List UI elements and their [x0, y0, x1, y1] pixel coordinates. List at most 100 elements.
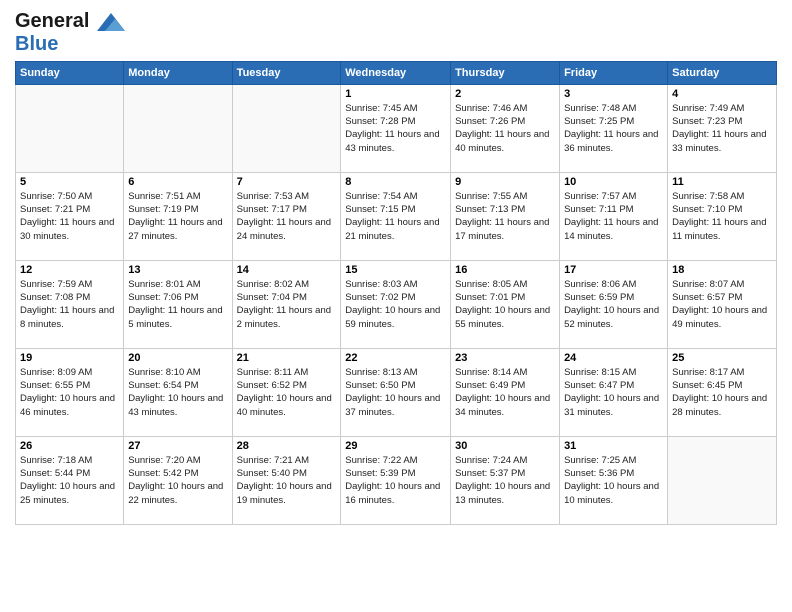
day-info: Sunrise: 7:21 AM Sunset: 5:40 PM Dayligh… — [237, 454, 337, 507]
day-info: Sunrise: 7:46 AM Sunset: 7:26 PM Dayligh… — [455, 102, 555, 155]
day-number: 6 — [128, 176, 227, 188]
day-info: Sunrise: 8:17 AM Sunset: 6:45 PM Dayligh… — [672, 366, 772, 419]
calendar-cell: 11 Sunrise: 7:58 AM Sunset: 7:10 PM Dayli… — [668, 172, 777, 260]
day-info: Sunrise: 7:18 AM Sunset: 5:44 PM Dayligh… — [20, 454, 119, 507]
calendar-cell: 13 Sunrise: 8:01 AM Sunset: 7:06 PM Dayli… — [124, 260, 232, 348]
calendar-cell: 10Sunrise: 7:57 AM Sunset: 7:11 PM Dayli… — [560, 172, 668, 260]
day-info: Sunrise: 7:24 AM Sunset: 5:37 PM Dayligh… — [455, 454, 555, 507]
day-number: 7 — [237, 176, 337, 188]
calendar-cell: 20 Sunrise: 8:10 AM Sunset: 6:54 PM Dayli… — [124, 348, 232, 436]
calendar-cell: 30 Sunrise: 7:24 AM Sunset: 5:37 PM Dayli… — [451, 436, 560, 524]
weekday-header-sunday: Sunday — [16, 61, 124, 84]
day-info: Sunrise: 8:14 AM Sunset: 6:49 PM Dayligh… — [455, 366, 555, 419]
day-info: Sunrise: 8:07 AM Sunset: 6:57 PM Dayligh… — [672, 278, 772, 331]
day-number: 5 — [20, 176, 119, 188]
day-number: 19 — [20, 352, 119, 364]
calendar-cell — [668, 436, 777, 524]
logo-general: General — [15, 10, 89, 32]
day-number: 15 — [345, 264, 446, 276]
calendar-week-row: 19 Sunrise: 8:09 AM Sunset: 6:55 PM Dayli… — [16, 348, 777, 436]
calendar-cell: 7Sunrise: 7:53 AM Sunset: 7:17 PM Daylig… — [232, 172, 341, 260]
day-number: 12 — [20, 264, 119, 276]
calendar-cell: 16 Sunrise: 8:05 AM Sunset: 7:01 PM Dayli… — [451, 260, 560, 348]
day-info: Sunrise: 8:13 AM Sunset: 6:50 PM Dayligh… — [345, 366, 446, 419]
calendar-cell: 31Sunrise: 7:25 AM Sunset: 5:36 PM Dayli… — [560, 436, 668, 524]
calendar-week-row: 1 Sunrise: 7:45 AM Sunset: 7:28 PM Daylig… — [16, 84, 777, 172]
calendar-week-row: 26Sunrise: 7:18 AM Sunset: 5:44 PM Dayli… — [16, 436, 777, 524]
calendar-cell: 19 Sunrise: 8:09 AM Sunset: 6:55 PM Dayli… — [16, 348, 124, 436]
weekday-header-wednesday: Wednesday — [341, 61, 451, 84]
day-info: Sunrise: 8:11 AM Sunset: 6:52 PM Dayligh… — [237, 366, 337, 419]
calendar-cell: 5 Sunrise: 7:50 AM Sunset: 7:21 PM Daylig… — [16, 172, 124, 260]
logo-icon — [97, 11, 125, 33]
calendar-cell: 6 Sunrise: 7:51 AM Sunset: 7:19 PM Daylig… — [124, 172, 232, 260]
calendar-cell: 22Sunrise: 8:13 AM Sunset: 6:50 PM Dayli… — [341, 348, 451, 436]
calendar-cell: 26Sunrise: 7:18 AM Sunset: 5:44 PM Dayli… — [16, 436, 124, 524]
calendar-cell: 23 Sunrise: 8:14 AM Sunset: 6:49 PM Dayli… — [451, 348, 560, 436]
day-info: Sunrise: 8:10 AM Sunset: 6:54 PM Dayligh… — [128, 366, 227, 419]
calendar-cell: 9 Sunrise: 7:55 AM Sunset: 7:13 PM Daylig… — [451, 172, 560, 260]
day-number: 8 — [345, 176, 446, 188]
calendar-week-row: 12 Sunrise: 7:59 AM Sunset: 7:08 PM Dayli… — [16, 260, 777, 348]
header: General Blue — [15, 10, 777, 55]
calendar-cell: 21Sunrise: 8:11 AM Sunset: 6:52 PM Dayli… — [232, 348, 341, 436]
day-info: Sunrise: 8:09 AM Sunset: 6:55 PM Dayligh… — [20, 366, 119, 419]
calendar-body: 1 Sunrise: 7:45 AM Sunset: 7:28 PM Daylig… — [16, 84, 777, 524]
weekday-row: SundayMondayTuesdayWednesdayThursdayFrid… — [16, 61, 777, 84]
calendar-cell: 1 Sunrise: 7:45 AM Sunset: 7:28 PM Daylig… — [341, 84, 451, 172]
day-info: Sunrise: 8:06 AM Sunset: 6:59 PM Dayligh… — [564, 278, 663, 331]
day-info: Sunrise: 7:51 AM Sunset: 7:19 PM Dayligh… — [128, 190, 227, 243]
calendar-cell: 18 Sunrise: 8:07 AM Sunset: 6:57 PM Dayli… — [668, 260, 777, 348]
weekday-header-monday: Monday — [124, 61, 232, 84]
day-info: Sunrise: 8:15 AM Sunset: 6:47 PM Dayligh… — [564, 366, 663, 419]
day-number: 20 — [128, 352, 227, 364]
calendar-cell: 14Sunrise: 8:02 AM Sunset: 7:04 PM Dayli… — [232, 260, 341, 348]
calendar-cell: 25Sunrise: 8:17 AM Sunset: 6:45 PM Dayli… — [668, 348, 777, 436]
calendar-cell — [16, 84, 124, 172]
day-info: Sunrise: 7:48 AM Sunset: 7:25 PM Dayligh… — [564, 102, 663, 155]
day-number: 24 — [564, 352, 663, 364]
calendar-cell: 24 Sunrise: 8:15 AM Sunset: 6:47 PM Dayli… — [560, 348, 668, 436]
day-info: Sunrise: 7:55 AM Sunset: 7:13 PM Dayligh… — [455, 190, 555, 243]
day-number: 27 — [128, 440, 227, 452]
day-info: Sunrise: 7:25 AM Sunset: 5:36 PM Dayligh… — [564, 454, 663, 507]
day-number: 9 — [455, 176, 555, 188]
calendar-cell: 27 Sunrise: 7:20 AM Sunset: 5:42 PM Dayli… — [124, 436, 232, 524]
day-info: Sunrise: 7:50 AM Sunset: 7:21 PM Dayligh… — [20, 190, 119, 243]
day-info: Sunrise: 8:02 AM Sunset: 7:04 PM Dayligh… — [237, 278, 337, 331]
calendar-cell — [124, 84, 232, 172]
day-number: 1 — [345, 88, 446, 100]
calendar-cell: 3Sunrise: 7:48 AM Sunset: 7:25 PM Daylig… — [560, 84, 668, 172]
day-info: Sunrise: 7:57 AM Sunset: 7:11 PM Dayligh… — [564, 190, 663, 243]
day-info: Sunrise: 7:58 AM Sunset: 7:10 PM Dayligh… — [672, 190, 772, 243]
day-info: Sunrise: 7:20 AM Sunset: 5:42 PM Dayligh… — [128, 454, 227, 507]
weekday-header-friday: Friday — [560, 61, 668, 84]
calendar-table: SundayMondayTuesdayWednesdayThursdayFrid… — [15, 61, 777, 525]
day-info: Sunrise: 7:54 AM Sunset: 7:15 PM Dayligh… — [345, 190, 446, 243]
calendar-cell: 28 Sunrise: 7:21 AM Sunset: 5:40 PM Dayli… — [232, 436, 341, 524]
calendar-cell: 12 Sunrise: 7:59 AM Sunset: 7:08 PM Dayli… — [16, 260, 124, 348]
logo: General Blue — [15, 10, 125, 55]
day-number: 11 — [672, 176, 772, 188]
day-number: 13 — [128, 264, 227, 276]
weekday-header-tuesday: Tuesday — [232, 61, 341, 84]
day-info: Sunrise: 7:49 AM Sunset: 7:23 PM Dayligh… — [672, 102, 772, 155]
calendar-cell: 8 Sunrise: 7:54 AM Sunset: 7:15 PM Daylig… — [341, 172, 451, 260]
day-number: 28 — [237, 440, 337, 452]
day-info: Sunrise: 7:59 AM Sunset: 7:08 PM Dayligh… — [20, 278, 119, 331]
day-number: 30 — [455, 440, 555, 452]
day-number: 18 — [672, 264, 772, 276]
day-info: Sunrise: 7:45 AM Sunset: 7:28 PM Dayligh… — [345, 102, 446, 155]
calendar-cell: 17 Sunrise: 8:06 AM Sunset: 6:59 PM Dayli… — [560, 260, 668, 348]
logo-blue: Blue — [15, 33, 125, 55]
day-info: Sunrise: 8:01 AM Sunset: 7:06 PM Dayligh… — [128, 278, 227, 331]
day-number: 16 — [455, 264, 555, 276]
day-number: 23 — [455, 352, 555, 364]
day-info: Sunrise: 8:05 AM Sunset: 7:01 PM Dayligh… — [455, 278, 555, 331]
calendar-week-row: 5 Sunrise: 7:50 AM Sunset: 7:21 PM Daylig… — [16, 172, 777, 260]
calendar-header: SundayMondayTuesdayWednesdayThursdayFrid… — [16, 61, 777, 84]
calendar-cell — [232, 84, 341, 172]
day-number: 17 — [564, 264, 663, 276]
day-info: Sunrise: 7:22 AM Sunset: 5:39 PM Dayligh… — [345, 454, 446, 507]
day-number: 29 — [345, 440, 446, 452]
